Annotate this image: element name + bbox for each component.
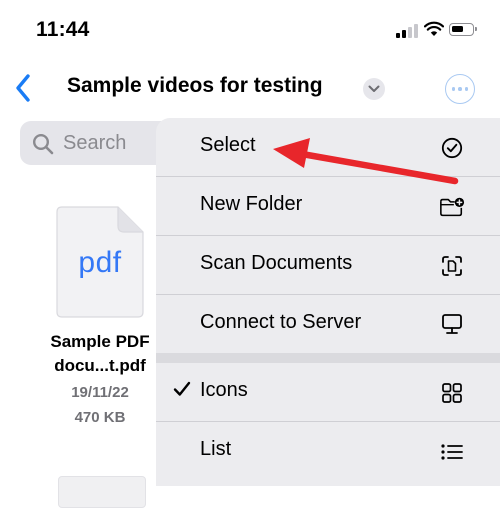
folder-add-icon: [439, 194, 465, 220]
ellipsis-dot: [464, 87, 469, 91]
server-display-icon: [439, 312, 465, 338]
menu-item-new-folder[interactable]: New Folder: [156, 177, 500, 235]
menu-item-connect-to-server[interactable]: Connect to Server: [156, 295, 500, 353]
file-icon-partial[interactable]: [58, 476, 146, 508]
file-extension-label: pdf: [78, 246, 122, 279]
chevron-left-icon: [16, 74, 30, 102]
checkmark-circle-icon: [439, 135, 465, 161]
menu-item-select[interactable]: Select: [156, 118, 500, 176]
chevron-down-icon: [368, 85, 380, 92]
title-menu-button[interactable]: [363, 78, 385, 100]
ellipsis-dot: [458, 87, 462, 91]
checkmark-icon: [173, 381, 191, 396]
menu-item-label: List: [200, 438, 232, 460]
document-scan-icon: [439, 253, 465, 279]
more-options-button[interactable]: [445, 74, 475, 104]
menu-item-label: Scan Documents: [200, 252, 353, 274]
menu-item-label: New Folder: [200, 193, 303, 215]
menu-item-label: Icons: [200, 379, 248, 401]
grid-icon: [439, 380, 465, 406]
battery-icon: [449, 23, 477, 36]
menu-item-label: Select: [200, 134, 256, 156]
menu-item-icons-view[interactable]: Icons: [156, 363, 500, 421]
menu-item-label: Connect to Server: [200, 311, 362, 333]
menu-item-scan-documents[interactable]: Scan Documents: [156, 236, 500, 294]
wifi-icon: [424, 21, 444, 36]
search-placeholder: Search: [63, 132, 127, 154]
status-bar: 11:44: [0, 0, 500, 60]
search-icon: [32, 133, 54, 155]
options-menu: Select New Folder Scan Documents Connect…: [156, 118, 500, 486]
menu-section-divider: [156, 353, 500, 363]
back-button[interactable]: [10, 72, 36, 104]
status-time: 11:44: [36, 18, 90, 41]
page-title[interactable]: Sample videos for testing: [67, 74, 323, 98]
list-icon: [439, 439, 465, 465]
ellipsis-dot: [451, 87, 456, 91]
menu-item-list-view[interactable]: List: [156, 422, 500, 480]
cellular-signal-icon: [396, 24, 418, 38]
